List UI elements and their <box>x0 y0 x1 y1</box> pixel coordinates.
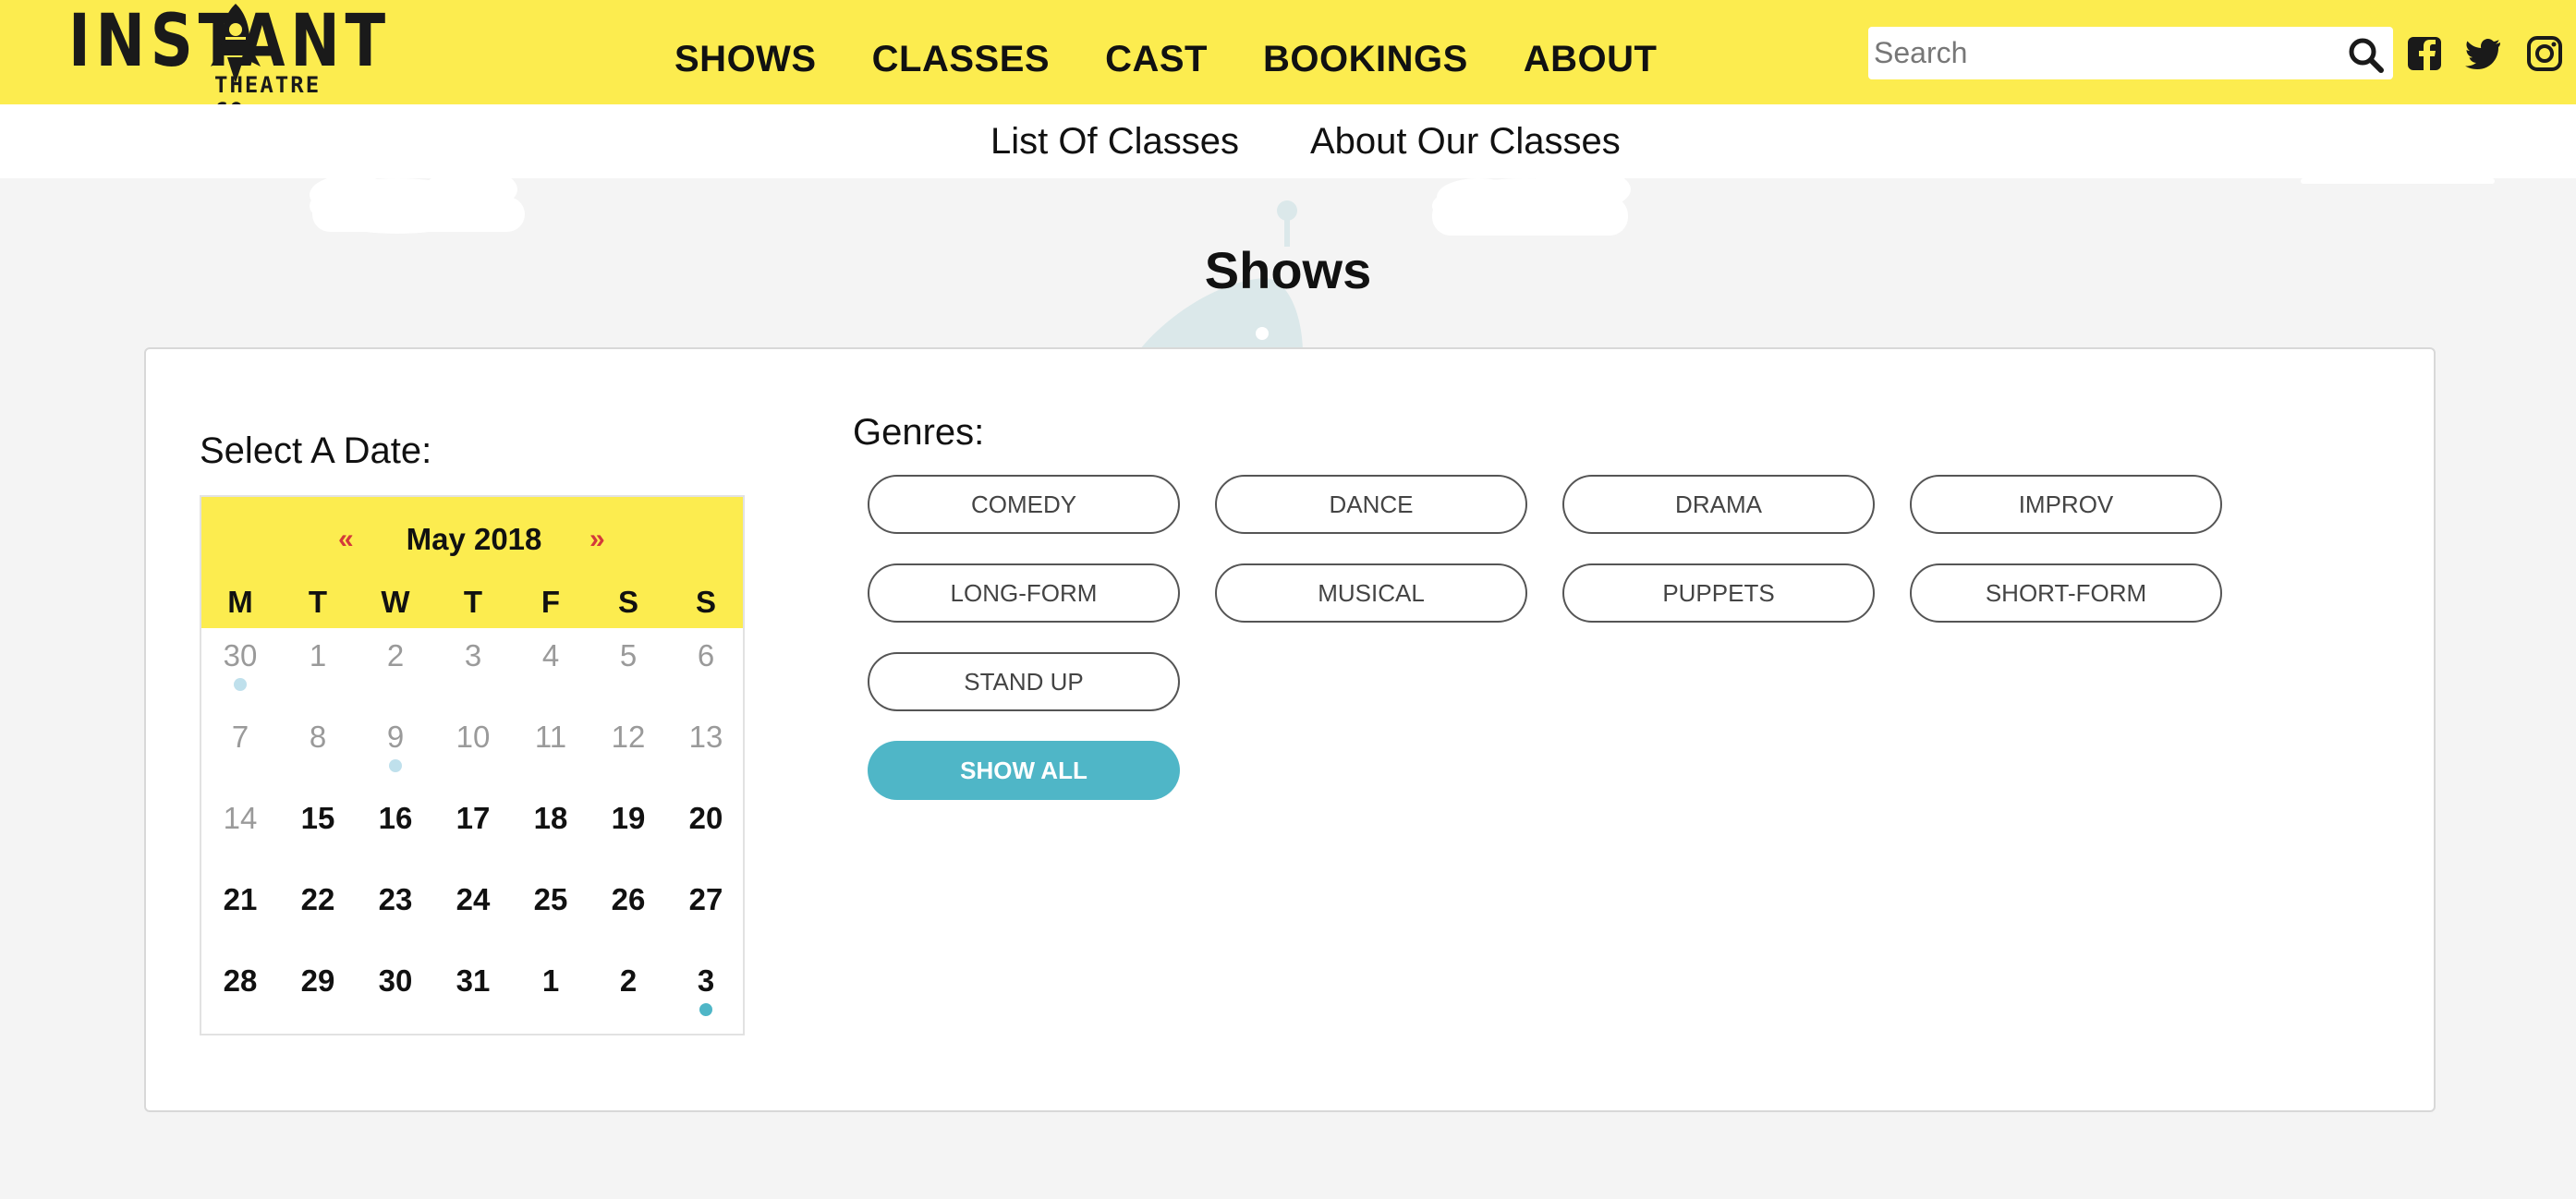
nav-shows[interactable]: SHOWS <box>674 33 817 85</box>
event-indicator-dot <box>699 1003 712 1016</box>
calendar-day[interactable]: 15 <box>288 800 347 859</box>
facebook-icon[interactable] <box>2406 35 2443 72</box>
calendar-day[interactable]: 20 <box>676 800 735 859</box>
weekday-label: T <box>463 585 483 619</box>
calendar-day[interactable]: 30 <box>366 963 425 1022</box>
calendar-day[interactable]: 2 <box>599 963 658 1022</box>
genre-button-comedy[interactable]: COMEDY <box>868 475 1180 534</box>
calendar-day[interactable]: 1 <box>288 637 347 696</box>
date-calendar: « May 2018 » M T W T F S S 30 1 2 3 4 5 6 7 8 9 10… <box>200 495 745 1036</box>
sub-nav: List Of Classes About Our Classes <box>0 104 2576 178</box>
calendar-day[interactable]: 16 <box>366 800 425 859</box>
weekday-label: F <box>541 585 561 619</box>
calendar-header: « May 2018 » M T W T F S S <box>201 497 743 628</box>
weekday-label: M <box>227 585 253 619</box>
site-logo[interactable]: INSTANT THEATRE CO. <box>68 2 385 124</box>
weekday-label: T <box>308 585 328 619</box>
select-date-label: Select A Date: <box>200 430 432 471</box>
genre-button-stand-up[interactable]: STAND UP <box>868 652 1180 711</box>
search-icon[interactable] <box>2347 36 2386 73</box>
next-month-button[interactable]: » <box>589 521 605 558</box>
calendar-day[interactable]: 8 <box>288 719 347 778</box>
show-all-button[interactable]: SHOW ALL <box>868 741 1180 800</box>
calendar-day[interactable]: 12 <box>599 719 658 778</box>
calendar-day[interactable]: 11 <box>521 719 580 778</box>
calendar-day[interactable]: 14 <box>211 800 270 859</box>
instagram-icon[interactable] <box>2526 35 2563 72</box>
nav-classes[interactable]: CLASSES <box>872 33 1050 85</box>
calendar-month-title: May 2018 <box>406 522 542 556</box>
event-indicator-dot <box>389 759 402 772</box>
main-nav: SHOWS CLASSES CAST BOOKINGS ABOUT <box>674 33 1657 85</box>
calendar-day[interactable]: 27 <box>676 881 735 940</box>
calendar-day[interactable]: 5 <box>599 637 658 696</box>
calendar-day[interactable]: 7 <box>211 719 270 778</box>
subnav-about-our-classes[interactable]: About Our Classes <box>1310 119 1621 164</box>
calendar-day[interactable]: 2 <box>366 637 425 696</box>
calendar-day[interactable]: 22 <box>288 881 347 940</box>
calendar-day[interactable]: 26 <box>599 881 658 940</box>
calendar-day[interactable]: 10 <box>444 719 503 778</box>
twitter-icon[interactable] <box>2465 35 2502 72</box>
weekday-label: S <box>617 585 638 619</box>
nav-bookings[interactable]: BOOKINGS <box>1263 33 1468 85</box>
genre-button-drama[interactable]: DRAMA <box>1562 475 1875 534</box>
calendar-day[interactable]: 6 <box>676 637 735 696</box>
subnav-list-of-classes[interactable]: List Of Classes <box>990 119 1239 164</box>
top-header: INSTANT THEATRE CO. SHOWS CLASSES CAST B… <box>0 0 2576 124</box>
genres-label: Genres: <box>853 412 985 453</box>
genre-button-puppets[interactable]: PUPPETS <box>1562 563 1875 623</box>
calendar-day[interactable]: 3 <box>444 637 503 696</box>
calendar-day[interactable]: 4 <box>521 637 580 696</box>
weekday-label: S <box>695 585 716 619</box>
weekday-label: W <box>381 585 410 619</box>
search-box <box>1868 27 2393 79</box>
nav-cast[interactable]: CAST <box>1105 33 1208 85</box>
calendar-day[interactable]: 18 <box>521 800 580 859</box>
page-title: Shows <box>1204 241 1372 299</box>
calendar-day[interactable]: 24 <box>444 881 503 940</box>
calendar-day[interactable]: 23 <box>366 881 425 940</box>
calendar-day[interactable]: 1 <box>521 963 580 1022</box>
nav-about[interactable]: ABOUT <box>1524 33 1658 85</box>
genre-button-musical[interactable]: MUSICAL <box>1215 563 1527 623</box>
genre-button-dance[interactable]: DANCE <box>1215 475 1527 534</box>
prev-month-button[interactable]: « <box>338 521 354 558</box>
event-indicator-dot <box>234 678 247 691</box>
calendar-day[interactable]: 19 <box>599 800 658 859</box>
calendar-day[interactable]: 13 <box>676 719 735 778</box>
calendar-day[interactable]: 31 <box>444 963 503 1022</box>
genre-button-short-form[interactable]: SHORT-FORM <box>1910 563 2222 623</box>
search-input[interactable] <box>1868 27 2330 79</box>
calendar-day[interactable]: 25 <box>521 881 580 940</box>
genre-button-long-form[interactable]: LONG-FORM <box>868 563 1180 623</box>
calendar-day[interactable]: 28 <box>211 963 270 1022</box>
genre-button-improv[interactable]: IMPROV <box>1910 475 2222 534</box>
calendar-day[interactable]: 29 <box>288 963 347 1022</box>
calendar-day[interactable]: 21 <box>211 881 270 940</box>
calendar-day[interactable]: 17 <box>444 800 503 859</box>
